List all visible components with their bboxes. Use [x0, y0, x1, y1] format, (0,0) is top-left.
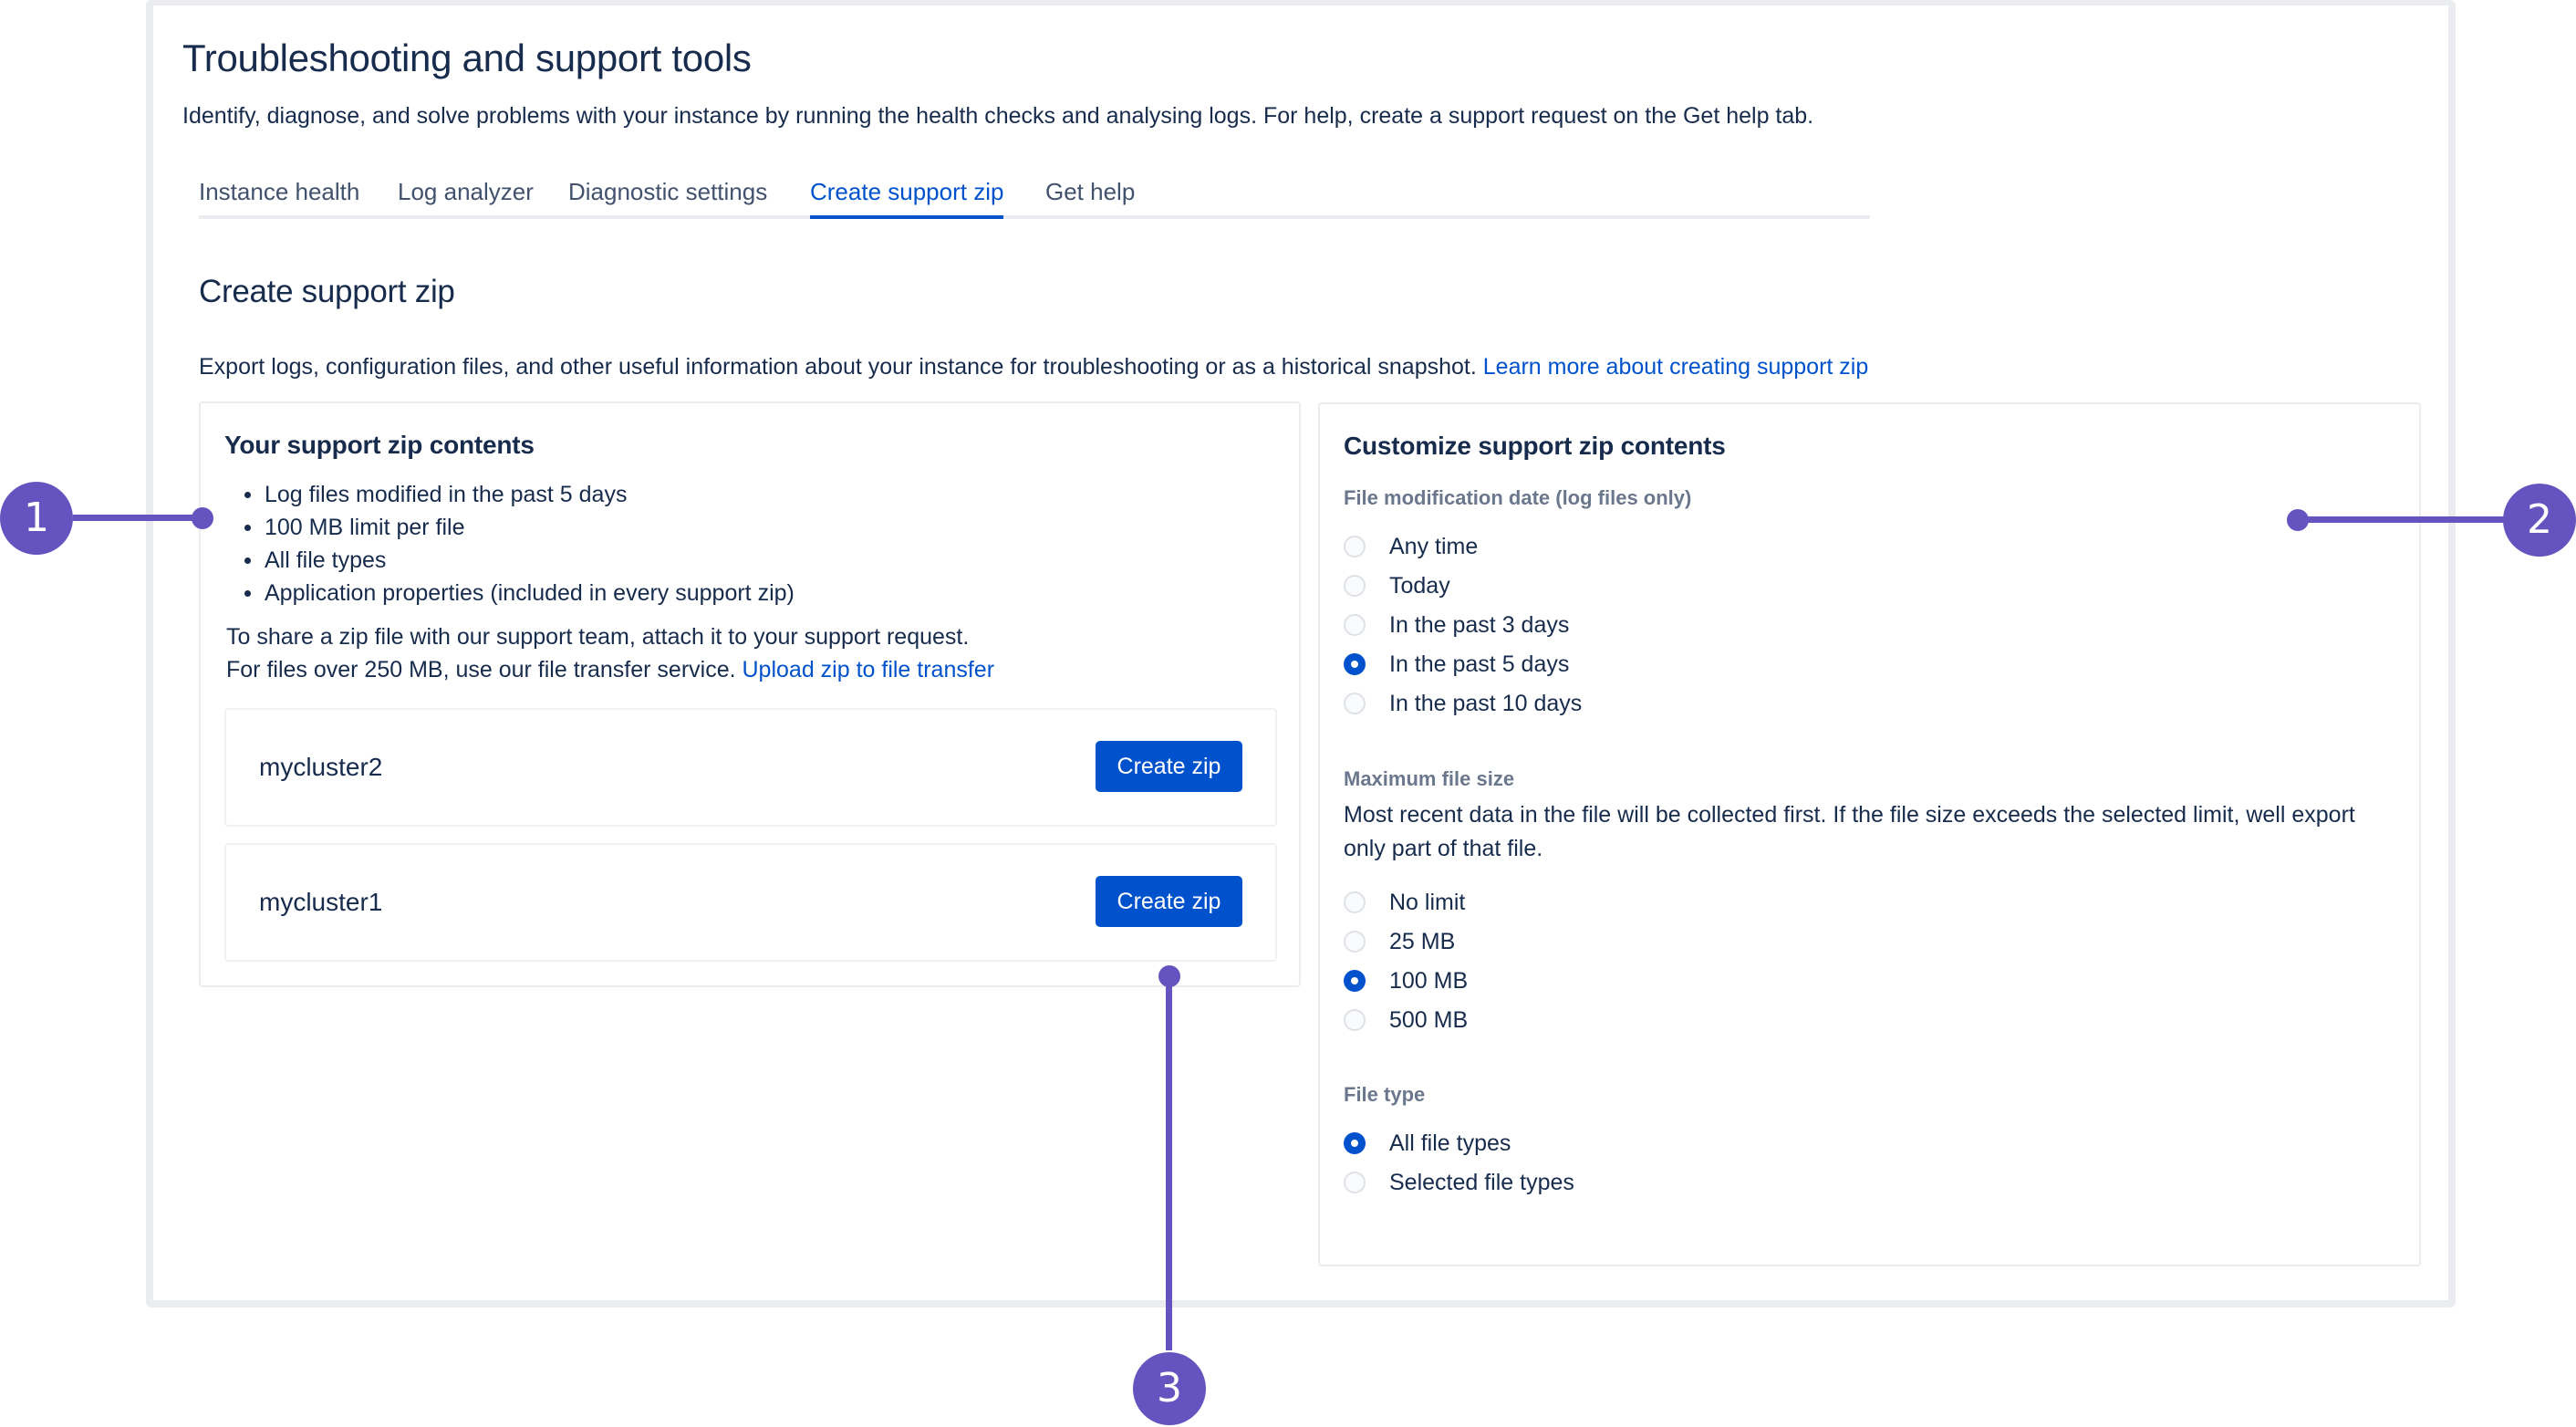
radio-button-selected[interactable] — [1344, 970, 1366, 992]
radio-past-5-days[interactable]: In the past 5 days — [1344, 648, 1569, 681]
radio-all-file-types[interactable]: All file types — [1344, 1127, 1511, 1160]
radio-button[interactable] — [1344, 693, 1366, 714]
callout-3-dot — [1158, 965, 1180, 987]
radio-label: All file types — [1389, 1130, 1511, 1156]
create-zip-button[interactable]: Create zip — [1096, 876, 1242, 927]
radio-label: 25 MB — [1389, 928, 1456, 954]
radio-25-mb[interactable]: 25 MB — [1344, 925, 1455, 958]
radio-button[interactable] — [1344, 1009, 1366, 1031]
list-item: All file types — [226, 544, 795, 577]
tab-bar: Instance health Log analyzer Diagnostic … — [199, 168, 1870, 219]
callout-2-badge: 2 — [2503, 484, 2576, 557]
callout-1-dot — [192, 507, 213, 529]
callout-3-badge: 3 — [1133, 1352, 1206, 1425]
list-item: Log files modified in the past 5 days — [226, 478, 795, 511]
section-title: Create support zip — [199, 274, 455, 309]
radio-label: 100 MB — [1389, 967, 1469, 994]
section-description-text: Export logs, configuration files, and ot… — [199, 354, 1477, 380]
callout-2-dot — [2287, 509, 2309, 531]
radio-label: Any time — [1389, 533, 1479, 559]
cluster-row: mycluster1 Create zip — [224, 843, 1277, 962]
cluster-name: mycluster1 — [259, 888, 383, 916]
customize-contents-card: Customize support zip contents File modi… — [1318, 402, 2421, 1266]
file-type-label: File type — [1344, 1083, 1426, 1106]
radio-button[interactable] — [1344, 891, 1366, 913]
radio-label: No limit — [1389, 889, 1466, 915]
contents-list: Log files modified in the past 5 days 10… — [226, 478, 795, 609]
modification-date-label: File modification date (log files only) — [1344, 486, 1692, 509]
radio-label: In the past 10 days — [1389, 690, 1583, 716]
radio-no-limit[interactable]: No limit — [1344, 886, 1465, 919]
list-item: Application properties (included in ever… — [226, 577, 795, 609]
radio-button[interactable] — [1344, 614, 1366, 636]
share-line-2-text: For files over 250 MB, use our file tran… — [226, 657, 736, 682]
radio-label: In the past 5 days — [1389, 651, 1570, 677]
radio-today[interactable]: Today — [1344, 569, 1450, 602]
callout-1-badge: 1 — [0, 482, 73, 555]
support-zip-contents-card: Your support zip contents Log files modi… — [199, 401, 1301, 987]
upload-zip-link[interactable]: Upload zip to file transfer — [743, 657, 995, 682]
radio-any-time[interactable]: Any time — [1344, 530, 1478, 563]
page-title: Troubleshooting and support tools — [182, 36, 752, 79]
radio-past-3-days[interactable]: In the past 3 days — [1344, 609, 1569, 641]
radio-label: Today — [1389, 572, 1450, 599]
tab-instance-health[interactable]: Instance health — [199, 168, 359, 215]
create-zip-button[interactable]: Create zip — [1096, 741, 1242, 792]
section-description: Export logs, configuration files, and ot… — [199, 354, 1868, 380]
page-description: Identify, diagnose, and solve problems w… — [182, 103, 1814, 129]
radio-button[interactable] — [1344, 575, 1366, 597]
radio-label: 500 MB — [1389, 1006, 1469, 1033]
max-file-size-help: Most recent data in the file will be col… — [1344, 802, 2355, 861]
radio-selected-file-types[interactable]: Selected file types — [1344, 1166, 1574, 1199]
radio-button-selected[interactable] — [1344, 653, 1366, 675]
tab-diagnostic-settings[interactable]: Diagnostic settings — [568, 168, 767, 215]
contents-card-title: Your support zip contents — [224, 431, 535, 459]
share-line-1: To share a zip file with our support tea… — [226, 624, 970, 650]
radio-button[interactable] — [1344, 536, 1366, 557]
customize-card-title: Customize support zip contents — [1344, 432, 1726, 460]
radio-label: In the past 3 days — [1389, 611, 1570, 638]
callout-2-line — [2298, 516, 2508, 523]
radio-button[interactable] — [1344, 931, 1366, 953]
share-instructions: To share a zip file with our support tea… — [226, 620, 994, 686]
radio-label: Selected file types — [1389, 1169, 1574, 1195]
cluster-name: mycluster2 — [259, 753, 383, 781]
list-item: 100 MB limit per file — [226, 511, 795, 544]
radio-button-selected[interactable] — [1344, 1132, 1366, 1154]
learn-more-link[interactable]: Learn more about creating support zip — [1483, 354, 1868, 380]
callout-1-line — [73, 515, 203, 521]
tab-get-help[interactable]: Get help — [1045, 168, 1135, 215]
cluster-row: mycluster2 Create zip — [224, 708, 1277, 827]
share-line-2: For files over 250 MB, use our file tran… — [226, 653, 994, 686]
radio-past-10-days[interactable]: In the past 10 days — [1344, 687, 1582, 720]
radio-button[interactable] — [1344, 1172, 1366, 1193]
tab-log-analyzer[interactable]: Log analyzer — [398, 168, 534, 215]
tab-create-support-zip[interactable]: Create support zip — [810, 168, 1004, 219]
radio-500-mb[interactable]: 500 MB — [1344, 1004, 1468, 1036]
max-file-size-label: Maximum file size — [1344, 767, 1515, 790]
radio-100-mb[interactable]: 100 MB — [1344, 964, 1468, 997]
callout-3-line — [1166, 976, 1172, 1350]
